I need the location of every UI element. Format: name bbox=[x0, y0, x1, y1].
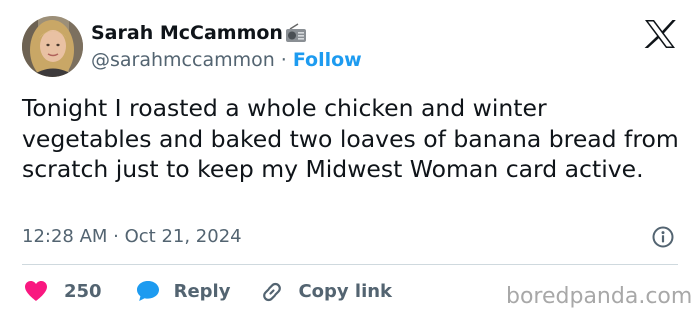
info-icon[interactable] bbox=[652, 226, 674, 248]
action-bar: 250 Reply Copy link bbox=[22, 276, 392, 306]
timestamp[interactable]: 12:28 AM · Oct 21, 2024 bbox=[22, 226, 242, 247]
avatar[interactable] bbox=[22, 16, 83, 77]
display-name[interactable]: Sarah McCammon bbox=[91, 22, 283, 44]
speech-bubble-icon bbox=[136, 281, 159, 301]
tweet-text: Tonight I roasted a whole chicken and wi… bbox=[22, 94, 679, 183]
display-name-row: Sarah McCammon bbox=[91, 20, 307, 46]
avatar-image bbox=[22, 16, 83, 77]
radio-icon bbox=[285, 23, 307, 43]
heart-icon bbox=[25, 281, 47, 301]
copy-link-label: Copy link bbox=[298, 280, 393, 302]
separator-dot: · bbox=[280, 49, 287, 71]
divider bbox=[22, 264, 678, 265]
watermark: boredpanda.com bbox=[506, 284, 693, 309]
handle-row: @sarahmccammon · Follow bbox=[91, 47, 362, 73]
handle[interactable]: @sarahmccammon bbox=[91, 49, 275, 71]
reply-button[interactable]: Reply bbox=[136, 280, 231, 302]
follow-button[interactable]: Follow bbox=[293, 49, 362, 71]
link-icon bbox=[263, 282, 282, 302]
like-count: 250 bbox=[64, 280, 102, 302]
x-logo-icon[interactable] bbox=[643, 19, 677, 49]
like-button[interactable]: 250 bbox=[24, 280, 102, 302]
reply-label: Reply bbox=[173, 280, 231, 302]
copy-link-button[interactable]: Copy link bbox=[260, 280, 392, 302]
